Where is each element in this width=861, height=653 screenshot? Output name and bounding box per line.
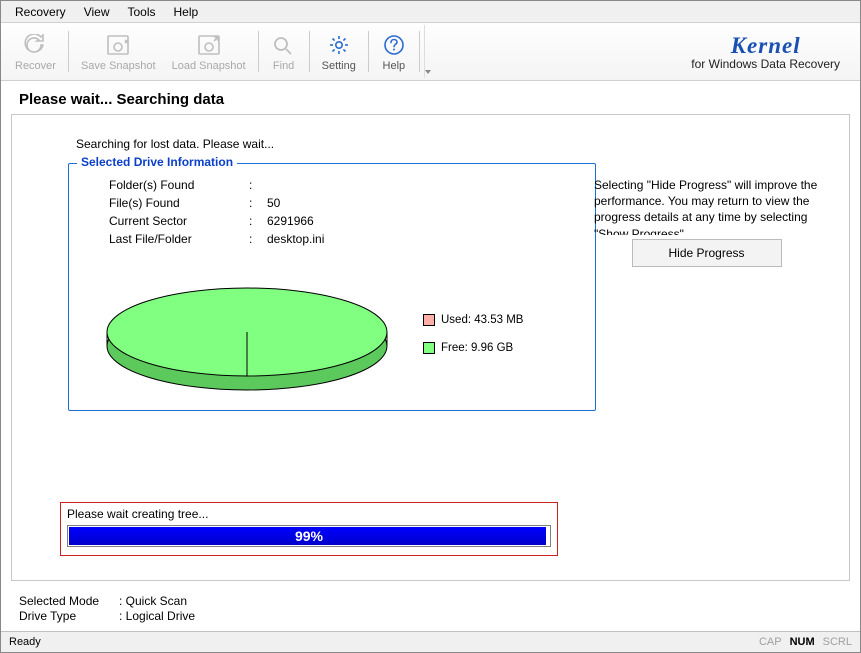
load-snapshot-icon xyxy=(196,32,222,58)
hide-progress-button[interactable]: Hide Progress xyxy=(632,239,782,267)
footer-type-value: Logical Drive xyxy=(126,609,195,625)
legend-free: Free: 9.96 GB xyxy=(441,342,513,354)
status-num: NUM xyxy=(790,636,815,648)
footer-type-label: Drive Type xyxy=(19,609,119,625)
load-snapshot-button[interactable]: Load Snapshot xyxy=(164,25,254,78)
setting-button[interactable]: Setting xyxy=(314,25,364,78)
hide-progress-hint: Selecting "Hide Progress" will improve t… xyxy=(594,177,819,235)
menu-tools[interactable]: Tools xyxy=(119,3,163,21)
menu-bar: Recovery View Tools Help xyxy=(1,1,860,23)
toolbar: Recover Save Snapshot Load Snapshot Find xyxy=(1,23,860,81)
find-icon xyxy=(271,32,297,58)
page-title: Please wait... Searching data xyxy=(1,81,860,114)
brand-sub: for Windows Data Recovery xyxy=(691,57,840,71)
menu-help[interactable]: Help xyxy=(166,3,207,21)
toolbar-overflow[interactable] xyxy=(424,25,432,78)
info-row: Last File/Folder : desktop.ini xyxy=(83,230,581,248)
footer-mode-value: Quick Scan xyxy=(126,594,187,610)
help-icon xyxy=(381,32,407,58)
status-ready: Ready xyxy=(9,636,41,648)
toolbar-label: Save Snapshot xyxy=(81,60,156,72)
progress-text: 99% xyxy=(68,526,550,546)
progress-label: Please wait creating tree... xyxy=(67,507,551,525)
find-button[interactable]: Find xyxy=(263,25,305,78)
info-row: Folder(s) Found : xyxy=(83,176,581,194)
status-cap: CAP xyxy=(759,636,782,648)
toolbar-label: Setting xyxy=(322,60,356,72)
save-snapshot-button[interactable]: Save Snapshot xyxy=(73,25,164,78)
info-row: File(s) Found : 50 xyxy=(83,194,581,212)
footer-info: Selected Mode : Quick Scan Drive Type : … xyxy=(1,591,860,631)
info-value: desktop.ini xyxy=(267,232,447,246)
pie-chart xyxy=(97,274,397,394)
info-value xyxy=(267,178,447,192)
swatch-used-icon xyxy=(423,314,435,326)
info-row: Current Sector : 6291966 xyxy=(83,212,581,230)
brand-name: Kernel xyxy=(731,33,801,59)
main-panel: Searching for lost data. Please wait... … xyxy=(11,114,850,581)
progress-bar: 99% xyxy=(67,525,551,547)
toolbar-label: Help xyxy=(383,60,406,72)
footer-mode-label: Selected Mode xyxy=(19,594,119,610)
info-label: File(s) Found xyxy=(109,196,249,210)
info-label: Folder(s) Found xyxy=(109,178,249,192)
menu-view[interactable]: View xyxy=(76,3,118,21)
toolbar-label: Recover xyxy=(15,60,56,72)
info-value: 50 xyxy=(267,196,447,210)
info-value: 6291966 xyxy=(267,214,447,228)
toolbar-label: Load Snapshot xyxy=(172,60,246,72)
legend-used: Used: 43.53 MB xyxy=(441,314,523,326)
swatch-free-icon xyxy=(423,342,435,354)
info-label: Current Sector xyxy=(109,214,249,228)
brand-logo: Kernel for Windows Data Recovery xyxy=(677,25,854,78)
progress-box: Please wait creating tree... 99% xyxy=(60,502,558,556)
menu-recovery[interactable]: Recovery xyxy=(7,3,74,21)
recover-button[interactable]: Recover xyxy=(7,25,64,78)
toolbar-label: Find xyxy=(273,60,294,72)
status-bar: Ready CAP NUM SCRL xyxy=(1,631,860,652)
recover-icon xyxy=(22,32,48,58)
help-button[interactable]: Help xyxy=(373,25,415,78)
setting-icon xyxy=(326,32,352,58)
save-snapshot-icon xyxy=(105,32,131,58)
search-status-text: Searching for lost data. Please wait... xyxy=(28,125,833,157)
fieldset-legend: Selected Drive Information xyxy=(77,155,237,169)
pie-legend: Used: 43.53 MB Free: 9.96 GB xyxy=(423,314,523,354)
info-label: Last File/Folder xyxy=(109,232,249,246)
drive-info-fieldset: Selected Drive Information Folder(s) Fou… xyxy=(68,163,596,411)
status-scrl: SCRL xyxy=(823,636,852,648)
